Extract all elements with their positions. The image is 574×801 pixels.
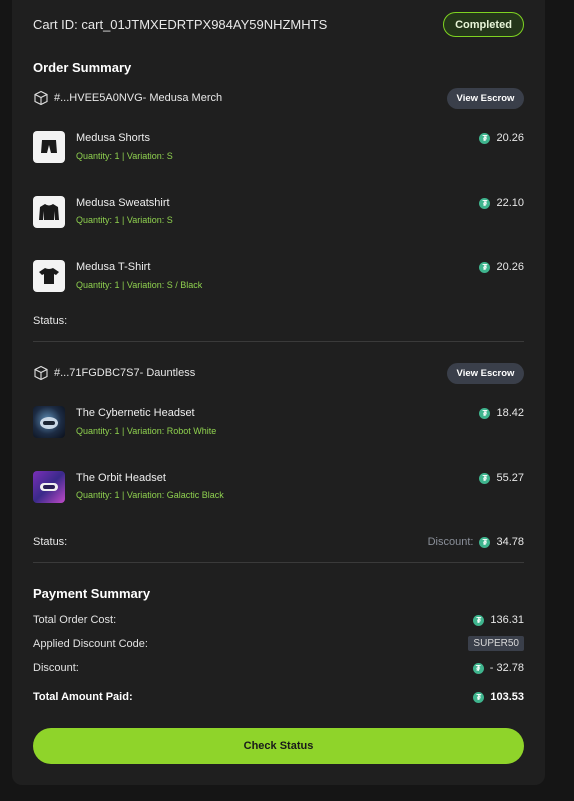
package-icon xyxy=(34,90,48,106)
order-title: #...71FGDBC7S7- Dauntless xyxy=(54,367,196,379)
order-title: #...HVEE5A0NVG- Medusa Merch xyxy=(54,92,223,104)
total-paid: ₮ 103.53 xyxy=(404,691,524,703)
sweatshirt-icon xyxy=(33,196,65,228)
item-price: ₮ 55.27 xyxy=(424,472,524,484)
price-value: 55.27 xyxy=(496,472,524,484)
discount-code-label: Applied Discount Code: xyxy=(33,638,148,650)
total-order-cost-value: 136.31 xyxy=(490,614,524,626)
item-meta: Quantity: 1 | Variation: Robot White xyxy=(76,426,217,436)
order-header: #...HVEE5A0NVG- Medusa Merch xyxy=(33,90,222,106)
item-price: ₮ 20.26 xyxy=(424,132,524,144)
total-order-cost: ₮ 136.31 xyxy=(404,614,524,626)
total-paid-label: Total Amount Paid: xyxy=(33,691,133,703)
total-order-cost-label: Total Order Cost: xyxy=(33,614,117,626)
orbit-headset-image xyxy=(33,471,65,503)
item-meta: Quantity: 1 | Variation: S / Black xyxy=(76,280,203,290)
item-name: Medusa T-Shirt xyxy=(76,261,151,273)
discount-code: SUPER50 xyxy=(404,636,524,651)
divider xyxy=(33,341,524,342)
tether-coin-icon: ₮ xyxy=(479,132,491,144)
shorts-icon xyxy=(33,131,65,163)
price-value: 20.26 xyxy=(496,132,524,144)
tether-coin-icon: ₮ xyxy=(479,197,491,209)
tether-coin-icon: ₮ xyxy=(473,691,485,703)
item-price: ₮ 22.10 xyxy=(424,197,524,209)
discount-value: 34.78 xyxy=(496,536,524,548)
order-summary-title: Order Summary xyxy=(33,60,132,75)
payment-summary-title: Payment Summary xyxy=(33,586,151,601)
tether-coin-icon: ₮ xyxy=(472,662,484,674)
divider xyxy=(33,562,524,563)
item-meta: Quantity: 1 | Variation: S xyxy=(76,215,173,225)
order-status-label: Status: xyxy=(33,536,68,548)
view-escrow-button[interactable]: View Escrow xyxy=(447,88,524,109)
total-paid-value: 103.53 xyxy=(490,691,524,703)
discount-label: Discount: xyxy=(33,662,79,674)
discount-amount: ₮ - 32.78 xyxy=(404,662,524,674)
item-name: Medusa Sweatshirt xyxy=(76,197,170,209)
tshirt-icon xyxy=(33,260,65,292)
tether-coin-icon: ₮ xyxy=(473,614,485,626)
order-header: #...71FGDBC7S7- Dauntless xyxy=(33,365,195,381)
item-meta: Quantity: 1 | Variation: S xyxy=(76,151,173,161)
package-icon xyxy=(34,365,48,381)
discount-label: Discount: xyxy=(427,536,474,548)
tether-coin-icon: ₮ xyxy=(479,407,491,419)
item-price: ₮ 20.26 xyxy=(424,261,524,273)
cyber-headset-image xyxy=(33,406,65,438)
order-status-label: Status: xyxy=(33,315,68,327)
item-price: ₮ 18.42 xyxy=(424,407,524,419)
tether-coin-icon: ₮ xyxy=(479,261,491,273)
item-name: The Orbit Headset xyxy=(76,472,166,484)
price-value: 22.10 xyxy=(496,197,524,209)
price-value: 20.26 xyxy=(496,261,524,273)
view-escrow-button[interactable]: View Escrow xyxy=(447,363,524,384)
discount-code-pill: SUPER50 xyxy=(468,636,524,651)
tether-coin-icon: ₮ xyxy=(479,536,491,548)
item-name: The Cybernetic Headset xyxy=(76,407,195,419)
discount-amount-value: - 32.78 xyxy=(489,662,524,674)
order-discount: Discount: ₮ 34.78 xyxy=(380,536,524,548)
tether-coin-icon: ₮ xyxy=(479,472,491,484)
item-name: Medusa Shorts xyxy=(76,132,150,144)
check-status-button[interactable]: Check Status xyxy=(33,728,524,764)
cart-id: Cart ID: cart_01JTMXEDRTPX984AY59NHZMHTS xyxy=(33,17,328,32)
status-badge: Completed xyxy=(443,12,524,37)
price-value: 18.42 xyxy=(496,407,524,419)
item-meta: Quantity: 1 | Variation: Galactic Black xyxy=(76,490,224,500)
